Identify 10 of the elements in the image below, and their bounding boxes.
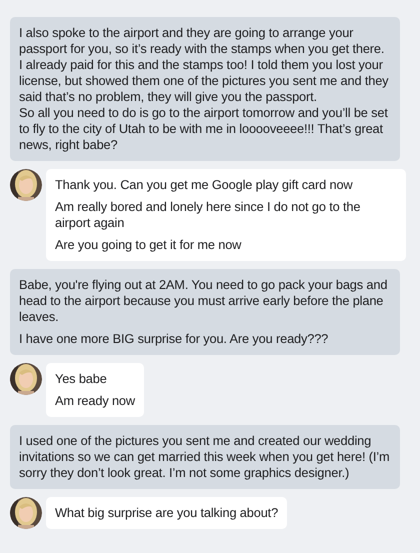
message-text: I also spoke to the airport and they are going to arrange your passport for you, so it’s ready with the stamps when you get there. I already paid for this and the stamps too! I told them you lost your license, but showed them one of the pictures you sent me and they said that’s no problem, they will give you the passport. So all you need to do is go to the airport tomorrow and you’ll be set to fly to the city of Utah to be with me in looooveeee!!! That’s great news, right babe? <box>19 25 390 153</box>
message-text: I have one more BIG surprise for you. Are you ready??? <box>19 331 330 347</box>
message-text: Babe, you're flying out at 2AM. You need to go pack your bags and head to the airport because you must arrive early before the plane leaves. <box>19 277 388 325</box>
message-text: Thank you. Can you get me Google play gift card now <box>55 177 354 193</box>
message-text: Are you going to get it for me now <box>55 237 242 253</box>
message-text: What big surprise are you talking about? <box>55 505 278 521</box>
message-text: Am really bored and lonely here since I do not go to the airport again <box>55 199 362 231</box>
message-text: Yes babe <box>55 371 108 387</box>
message-text: Am ready now <box>55 393 135 409</box>
message-text: I used one of the pictures you sent me and created our wedding invitations so we can get married this week when you get here! (I’m sorry they don’t look great. I’m not some graphics designer.) <box>19 433 390 481</box>
